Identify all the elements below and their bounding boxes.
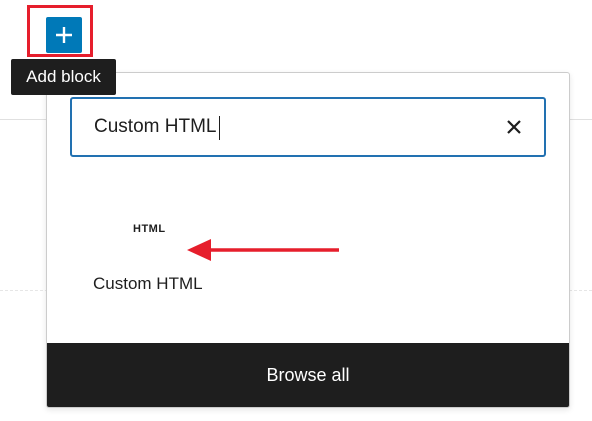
browse-all-button[interactable]: Browse all xyxy=(47,343,569,407)
search-input[interactable] xyxy=(94,99,474,155)
add-block-tooltip: Add block xyxy=(11,59,116,95)
red-arrow-annotation xyxy=(187,239,339,261)
block-result-label: Custom HTML xyxy=(93,274,203,293)
search-box[interactable] xyxy=(70,97,546,157)
text-caret xyxy=(219,116,220,140)
clear-search-button[interactable] xyxy=(500,113,528,141)
plus-icon xyxy=(56,27,72,43)
close-icon xyxy=(507,120,521,134)
html-icon: HTML xyxy=(133,223,166,235)
add-block-button[interactable] xyxy=(46,17,82,53)
block-inserter-popover: HTML Custom HTML Browse all xyxy=(46,72,570,408)
